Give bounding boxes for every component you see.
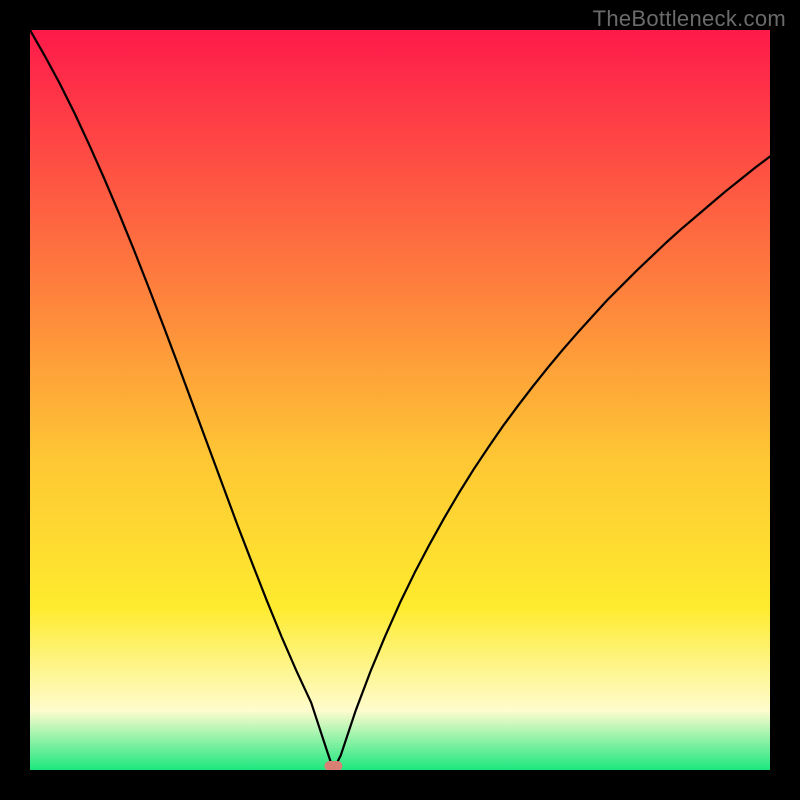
- gradient-background: [30, 30, 770, 770]
- chart-frame: TheBottleneck.com: [0, 0, 800, 800]
- watermark-text: TheBottleneck.com: [593, 6, 786, 32]
- plot-area: [30, 30, 770, 770]
- chart-svg: [30, 30, 770, 770]
- minimum-marker: [324, 761, 342, 770]
